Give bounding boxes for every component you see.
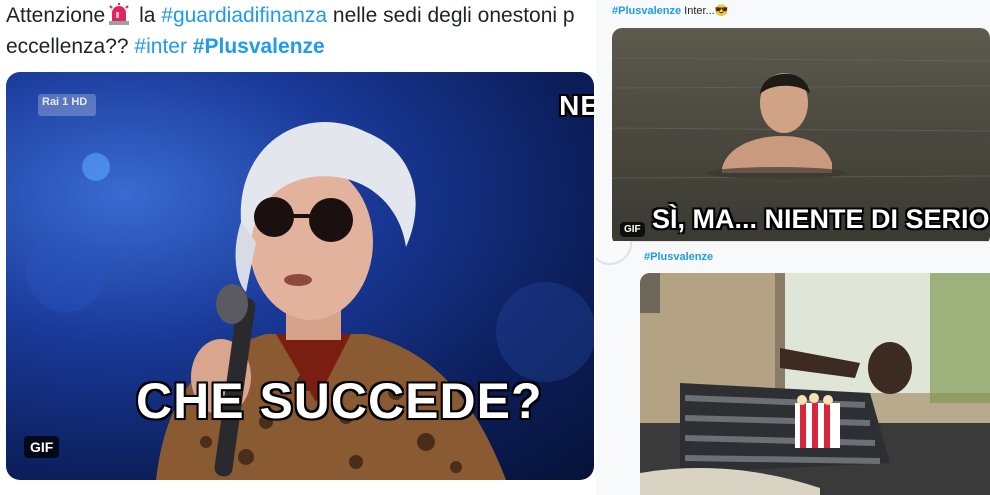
text-segment: Inter...	[681, 5, 715, 17]
left-tweet: Attenzione la #guardiadifinanza nelle se…	[0, 0, 596, 495]
text-segment: Attenzione	[6, 4, 106, 27]
gif-frame-illustration	[640, 273, 990, 495]
tweet-text: #Plusvalenze	[644, 251, 713, 263]
text-segment: la	[133, 4, 162, 27]
hashtag-link-guardiadifinanza[interactable]: #guardiadifinanza	[161, 4, 327, 27]
sunglasses-emoji-icon: 😎	[714, 5, 729, 17]
gif-media-che-succede[interactable]: Rai 1 HD NE CHE SUCCEDE? GIF	[6, 72, 594, 480]
right-top-tweet: #Plusvalenze Inter...😎 SÌ, MA... NIENTE …	[596, 0, 990, 248]
channel-logo: Rai 1 HD	[42, 96, 88, 108]
text-segment: nelle sedi degli onestoni p	[327, 4, 575, 27]
right-bottom-tweet: #Plusvalenze	[596, 241, 990, 495]
tweet-text: #Plusvalenze Inter...😎	[612, 4, 728, 17]
gif-badge: GIF	[620, 222, 645, 237]
gif-media-popcorn[interactable]	[640, 273, 990, 495]
avatar[interactable]	[596, 241, 632, 265]
hashtag-link-inter[interactable]: #inter	[134, 35, 187, 58]
text-segment: eccellenza??	[6, 35, 135, 58]
tweet-text: Attenzione la #guardiadifinanza nelle se…	[6, 0, 596, 62]
gif-badge: GIF	[24, 436, 60, 458]
gif-caption: SÌ, MA... NIENTE DI SERIO	[652, 204, 990, 234]
hashtag-link-plusvalenze[interactable]: #Plusvalenze	[644, 251, 713, 263]
divider	[596, 241, 990, 242]
hashtag-link-plusvalenze[interactable]: #Plusvalenze	[612, 5, 681, 17]
siren-icon	[107, 3, 131, 25]
corner-caption: NE	[559, 90, 594, 121]
hashtag-link-plusvalenze[interactable]: #Plusvalenze	[193, 35, 325, 58]
gif-caption: CHE SUCCEDE?	[136, 373, 543, 429]
gif-media-niente-di-serio[interactable]: SÌ, MA... NIENTE DI SERIO GIF	[612, 28, 990, 246]
